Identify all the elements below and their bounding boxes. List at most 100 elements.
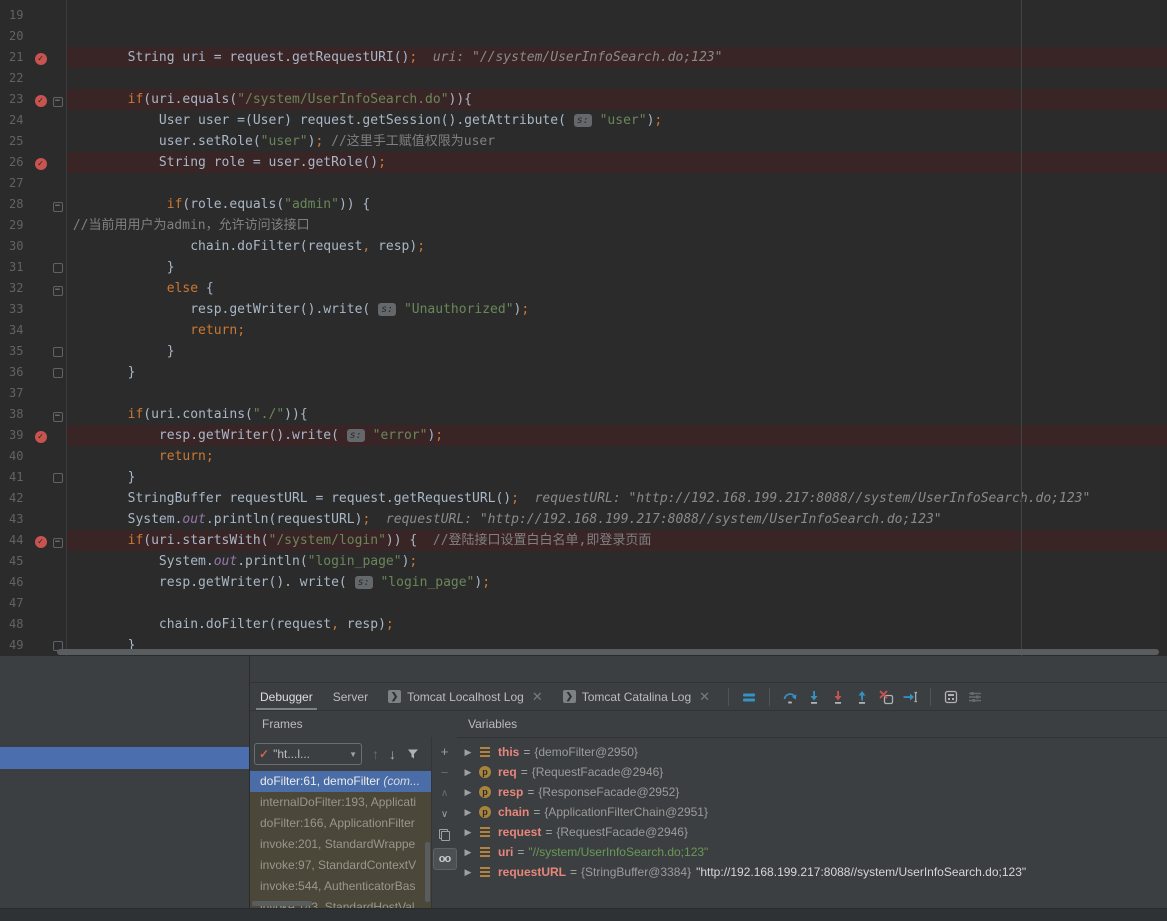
line-number[interactable]: 29 xyxy=(0,215,31,236)
frame-row[interactable]: doFilter:61, demoFilter (com... xyxy=(250,771,431,792)
fold-gutter[interactable] xyxy=(50,257,65,280)
debugger-menu-icon[interactable] xyxy=(737,686,761,708)
fold-collapse-icon[interactable]: − xyxy=(53,538,63,548)
line-number[interactable]: 34 xyxy=(0,320,31,341)
line-number[interactable]: 33 xyxy=(0,299,31,320)
fold-end-icon[interactable] xyxy=(53,263,63,273)
line-number[interactable]: 47 xyxy=(0,593,31,614)
line-number[interactable]: 19 xyxy=(0,5,31,26)
line-number[interactable]: 37 xyxy=(0,383,31,404)
drop-frame-icon[interactable] xyxy=(874,686,898,708)
fold-gutter[interactable] xyxy=(50,341,65,364)
variable-row[interactable]: ▶requestURL={StringBuffer@3384}"http://1… xyxy=(456,862,1167,882)
expand-arrow-icon[interactable]: ▶ xyxy=(460,782,476,802)
step-over-icon[interactable] xyxy=(778,686,802,708)
line-number[interactable]: 49 xyxy=(0,635,31,656)
fold-gutter[interactable]: − xyxy=(50,194,65,215)
line-number[interactable]: 28 xyxy=(0,194,31,215)
code-editor[interactable]: 192021✓ String uri = request.getRequestU… xyxy=(0,0,1167,656)
close-icon[interactable]: ✕ xyxy=(532,690,543,703)
line-number[interactable]: 43 xyxy=(0,509,31,530)
fold-collapse-icon[interactable]: − xyxy=(53,202,63,212)
line-number[interactable]: 36 xyxy=(0,362,31,383)
frame-row[interactable]: internalDoFilter:193, Applicati xyxy=(250,792,431,813)
line-number[interactable]: 39 xyxy=(0,425,31,446)
breakpoint-icon[interactable]: ✓ xyxy=(35,53,47,65)
breakpoint-gutter[interactable]: ✓ xyxy=(31,425,50,446)
breakpoint-gutter[interactable]: ✓ xyxy=(31,47,50,68)
fold-gutter[interactable]: − xyxy=(50,278,65,299)
fold-collapse-icon[interactable]: − xyxy=(53,97,63,107)
fold-end-icon[interactable] xyxy=(53,368,63,378)
fold-gutter[interactable] xyxy=(50,362,65,385)
add-watch-icon[interactable]: + xyxy=(437,743,453,759)
line-number[interactable]: 30 xyxy=(0,236,31,257)
variable-row[interactable]: ▶request={RequestFacade@2946} xyxy=(456,822,1167,842)
editor-horizontal-scrollbar[interactable] xyxy=(57,649,1159,655)
line-number[interactable]: 45 xyxy=(0,551,31,572)
line-number[interactable]: 46 xyxy=(0,572,31,593)
line-number[interactable]: 41 xyxy=(0,467,31,488)
variable-row[interactable]: ▶this={demoFilter@2950} xyxy=(456,742,1167,762)
fold-gutter[interactable]: − xyxy=(50,89,65,110)
fold-gutter[interactable]: − xyxy=(50,530,65,551)
frame-row[interactable]: invoke:544, AuthenticatorBas xyxy=(250,876,431,897)
line-number[interactable]: 24 xyxy=(0,110,31,131)
line-number[interactable]: 40 xyxy=(0,446,31,467)
line-number[interactable]: 42 xyxy=(0,488,31,509)
line-number[interactable]: 31 xyxy=(0,257,31,278)
expand-arrow-icon[interactable]: ▶ xyxy=(460,762,476,782)
frame-up-icon[interactable]: ↑ xyxy=(372,746,379,762)
expand-arrow-icon[interactable]: ▶ xyxy=(460,742,476,762)
variable-row[interactable]: ▶presp={ResponseFacade@2952} xyxy=(456,782,1167,802)
line-number[interactable]: 35 xyxy=(0,341,31,362)
line-number[interactable]: 20 xyxy=(0,26,31,47)
breakpoint-icon[interactable]: ✓ xyxy=(35,95,47,107)
tab-tomcat-localhost-log[interactable]: ❯Tomcat Localhost Log✕ xyxy=(378,683,553,710)
evaluate-expression-icon[interactable] xyxy=(939,686,963,708)
line-number[interactable]: 26 xyxy=(0,152,31,173)
run-to-cursor-icon[interactable] xyxy=(898,686,922,708)
filter-frames-icon[interactable] xyxy=(406,747,420,761)
frame-row[interactable]: doFilter:166, ApplicationFilter xyxy=(250,813,431,834)
close-icon[interactable]: ✕ xyxy=(699,690,710,703)
expand-arrow-icon[interactable]: ▶ xyxy=(460,822,476,842)
frames-vertical-scrollbar[interactable] xyxy=(425,842,430,902)
fold-collapse-icon[interactable]: − xyxy=(53,286,63,296)
show-watches-glasses-icon[interactable]: oo xyxy=(433,848,457,870)
line-number[interactable]: 21 xyxy=(0,47,31,68)
frame-row[interactable]: invoke:201, StandardWrappe xyxy=(250,834,431,855)
variable-row[interactable]: ▶preq={RequestFacade@2946} xyxy=(456,762,1167,782)
variable-row[interactable]: ▶uri="//system/UserInfoSearch.do;123" xyxy=(456,842,1167,862)
duplicate-icon[interactable] xyxy=(437,827,453,843)
frame-down-icon[interactable]: ↓ xyxy=(389,746,396,762)
line-number[interactable]: 32 xyxy=(0,278,31,299)
expand-arrow-icon[interactable]: ▶ xyxy=(460,842,476,862)
line-number[interactable]: 48 xyxy=(0,614,31,635)
line-number[interactable]: 25 xyxy=(0,131,31,152)
frame-row[interactable]: invoke:97, StandardContextV xyxy=(250,855,431,876)
move-down-icon[interactable]: ∨ xyxy=(437,806,453,822)
line-number[interactable]: 22 xyxy=(0,68,31,89)
tab-debugger[interactable]: Debugger xyxy=(250,683,323,710)
line-number[interactable]: 44 xyxy=(0,530,31,551)
layout-settings-icon[interactable] xyxy=(963,686,987,708)
line-number[interactable]: 27 xyxy=(0,173,31,194)
fold-end-icon[interactable] xyxy=(53,473,63,483)
line-number[interactable]: 38 xyxy=(0,404,31,425)
fold-collapse-icon[interactable]: − xyxy=(53,412,63,422)
fold-gutter[interactable]: − xyxy=(50,404,65,425)
breakpoint-icon[interactable]: ✓ xyxy=(35,536,47,548)
tab-server[interactable]: Server xyxy=(323,683,378,710)
breakpoint-gutter[interactable]: ✓ xyxy=(31,89,50,110)
breakpoint-icon[interactable]: ✓ xyxy=(35,431,47,443)
expand-arrow-icon[interactable]: ▶ xyxy=(460,802,476,822)
fold-end-icon[interactable] xyxy=(53,347,63,357)
variable-row[interactable]: ▶pchain={ApplicationFilterChain@2951} xyxy=(456,802,1167,822)
step-out-icon[interactable] xyxy=(850,686,874,708)
breakpoint-gutter[interactable]: ✓ xyxy=(31,530,50,551)
breakpoint-icon[interactable]: ✓ xyxy=(35,158,47,170)
expand-arrow-icon[interactable]: ▶ xyxy=(460,862,476,882)
line-number[interactable]: 23 xyxy=(0,89,31,110)
left-panel-selected-row[interactable] xyxy=(0,747,249,769)
